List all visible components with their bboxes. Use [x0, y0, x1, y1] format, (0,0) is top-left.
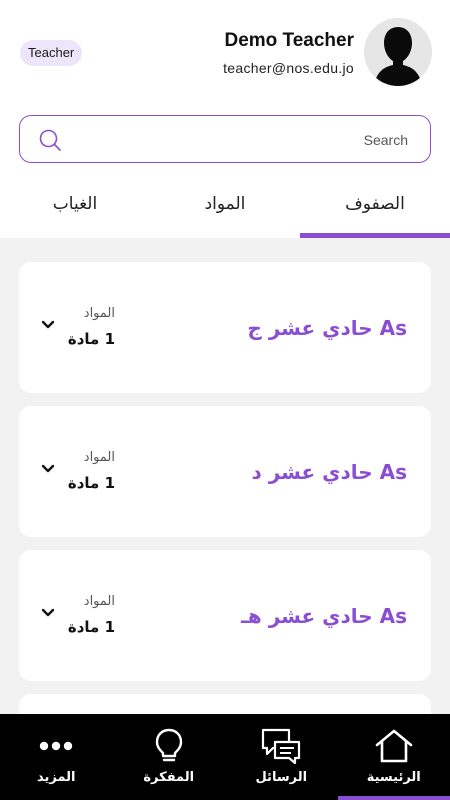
search-input[interactable] — [80, 126, 408, 154]
class-title: As حادي عشر ج — [247, 316, 407, 340]
tab-classes[interactable]: الصفوف — [300, 178, 450, 238]
tab-absence[interactable]: الغياب — [0, 178, 150, 238]
nav-notebook[interactable]: المفكرة — [113, 714, 226, 800]
search-icon[interactable] — [38, 128, 62, 152]
class-list: As حادي عشر ج المواد 1 مادة As حادي عشر … — [0, 238, 450, 714]
subjects-count: 1 مادة — [67, 474, 115, 492]
more-icon — [40, 741, 73, 751]
nav-home[interactable]: الرئيسية — [337, 714, 450, 800]
user-name: Demo Teacher — [224, 30, 354, 51]
class-card[interactable]: As حادي عشر ج المواد 1 مادة — [19, 262, 431, 393]
subjects-label: المواد — [83, 594, 115, 609]
role-badge: Teacher — [20, 40, 83, 66]
search-bar[interactable] — [19, 115, 431, 163]
avatar[interactable] — [364, 18, 432, 86]
user-silhouette-icon — [364, 18, 432, 86]
tab-subjects[interactable]: المواد — [150, 178, 300, 238]
home-icon — [375, 729, 413, 763]
chat-icon — [262, 728, 301, 764]
subjects-label: المواد — [83, 450, 115, 465]
class-card[interactable]: As حادي عشر د المواد 1 مادة — [19, 406, 431, 537]
nav-more[interactable]: المزيد — [0, 714, 113, 800]
chevron-down-icon[interactable] — [41, 464, 55, 474]
nav-home-label: الرئيسية — [366, 770, 421, 785]
bottom-navigation: الرئيسية الرسائل المفكرة المزيد — [0, 714, 450, 800]
nav-messages-label: الرسائل — [255, 770, 308, 785]
class-card[interactable]: As حادي عشر هـ المواد 1 مادة — [19, 550, 431, 681]
class-card-partial[interactable] — [19, 694, 431, 714]
subjects-count: 1 مادة — [67, 330, 115, 348]
tab-bar: الصفوف المواد الغياب — [0, 178, 450, 238]
subjects-label: المواد — [83, 306, 115, 321]
nav-more-label: المزيد — [36, 770, 76, 785]
user-email: teacher@nos.edu.jo — [223, 60, 354, 76]
profile-header: Teacher Demo Teacher teacher@nos.edu.jo — [0, 0, 450, 100]
class-title: As حادي عشر د — [251, 460, 407, 484]
class-title: As حادي عشر هـ — [241, 604, 407, 628]
chevron-down-icon[interactable] — [41, 320, 55, 330]
lightbulb-icon — [155, 728, 182, 762]
nav-notebook-label: المفكرة — [143, 770, 195, 785]
nav-messages[interactable]: الرسائل — [225, 714, 338, 800]
chevron-down-icon[interactable] — [41, 608, 55, 618]
subjects-count: 1 مادة — [67, 618, 115, 636]
